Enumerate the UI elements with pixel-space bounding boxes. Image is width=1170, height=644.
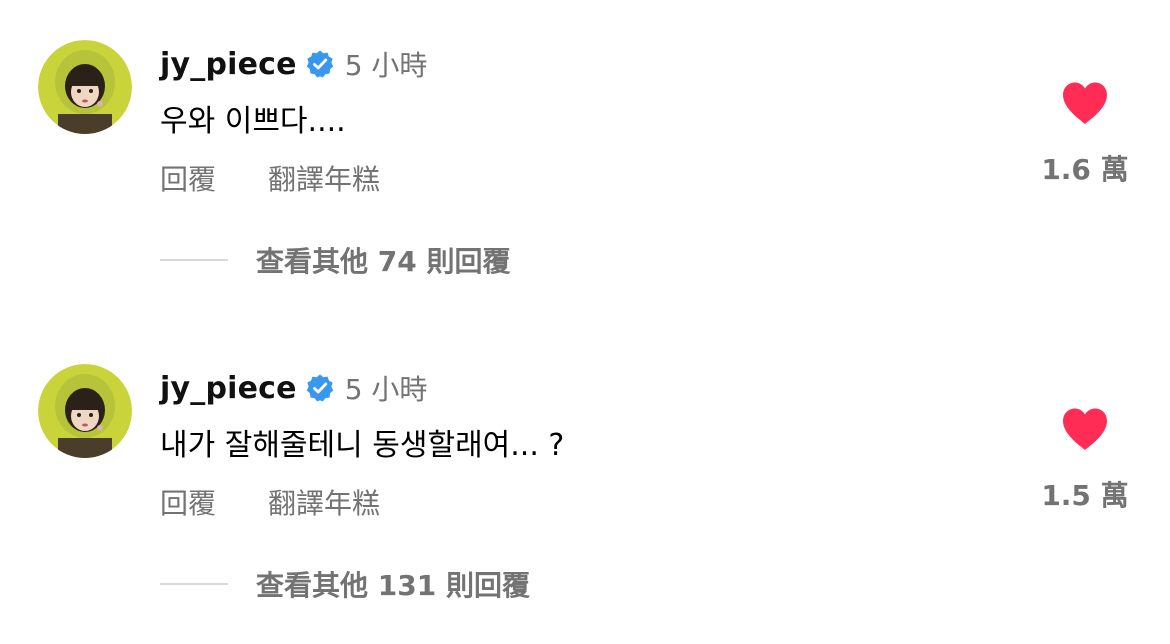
heart-filled-icon[interactable] (1060, 80, 1110, 126)
like-section: 1.5 萬 (1040, 406, 1130, 514)
comment-item: jy_piece 5 小時 내가 잘해줄테니 동생할래여... ? 回覆 翻譯年… (0, 324, 1170, 644)
heart-filled-icon[interactable] (1060, 406, 1110, 452)
replies-divider (160, 583, 228, 585)
like-count: 1.5 萬 (1041, 479, 1129, 512)
comment-time: 5 小時 (344, 373, 428, 406)
comment-text: 내가 잘해줄테니 동생할래여... ? (160, 428, 565, 463)
verified-badge-icon (305, 373, 335, 403)
comment-actions: 回覆 翻譯年糕 (160, 482, 380, 522)
username[interactable]: jy_piece (160, 371, 297, 406)
reply-button[interactable]: 回覆 (160, 158, 216, 198)
view-replies-button[interactable]: 查看其他 131 則回覆 (160, 564, 530, 604)
avatar[interactable] (38, 40, 132, 134)
view-replies-label: 查看其他 131 則回覆 (256, 569, 530, 602)
replies-divider (160, 259, 228, 261)
translate-button[interactable]: 翻譯年糕 (268, 158, 380, 198)
comment-actions: 回覆 翻譯年糕 (160, 158, 380, 198)
comment-header: jy_piece 5 小時 (160, 42, 427, 86)
like-section: 1.6 萬 (1040, 80, 1130, 188)
like-count: 1.6 萬 (1041, 153, 1129, 186)
comment-time: 5 小時 (344, 49, 428, 82)
reply-button[interactable]: 回覆 (160, 482, 216, 522)
view-replies-button[interactable]: 查看其他 74 則回覆 (160, 240, 510, 280)
verified-badge-icon (305, 49, 335, 79)
comment-item: jy_piece 5 小時 우와 이쁘다.... 回覆 翻譯年糕 查看其他 74… (0, 0, 1170, 320)
comment-text: 우와 이쁘다.... (160, 104, 346, 139)
username[interactable]: jy_piece (160, 47, 297, 82)
comment-header: jy_piece 5 小時 (160, 366, 427, 410)
view-replies-label: 查看其他 74 則回覆 (256, 245, 511, 278)
translate-button[interactable]: 翻譯年糕 (268, 482, 380, 522)
avatar[interactable] (38, 364, 132, 458)
